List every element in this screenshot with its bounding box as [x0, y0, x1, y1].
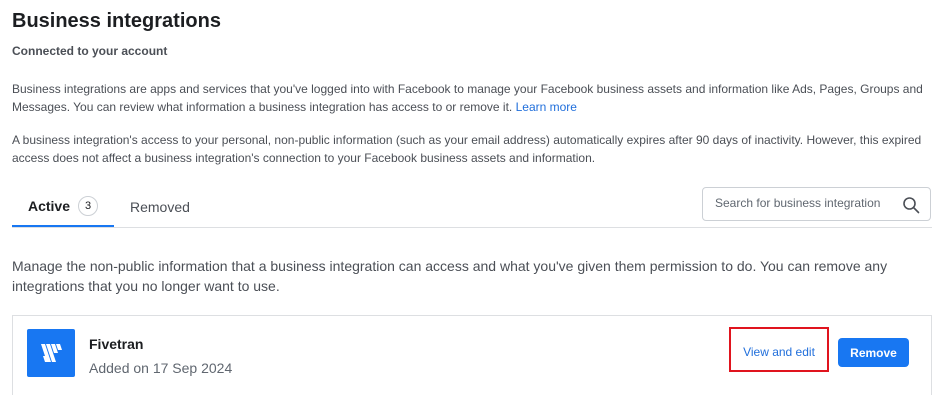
expiry-notice: A business integration's access to your … — [12, 133, 922, 165]
tab-removed-label: Removed — [130, 199, 190, 215]
manage-description: Manage the non-public information that a… — [12, 258, 888, 294]
fivetran-logo-icon — [41, 344, 62, 362]
remove-button[interactable]: Remove — [838, 338, 909, 367]
tab-removed[interactable]: Removed — [130, 186, 190, 228]
tab-divider — [12, 227, 932, 228]
active-count-badge: 3 — [78, 195, 99, 216]
integration-added-date: Added on 17 Sep 2024 — [89, 360, 233, 376]
page-title: Business integrations — [12, 10, 221, 32]
integration-card: Fivetran Added on 17 Sep 2024 View and e… — [12, 315, 932, 395]
intro-text: Business integrations are apps and servi… — [12, 82, 923, 114]
tab-active-label: Active — [27, 197, 71, 214]
view-and-edit-button[interactable]: View and edit — [733, 340, 825, 364]
intro-paragraph: Business integrations are apps and servi… — [12, 80, 932, 116]
search-input[interactable] — [715, 196, 897, 210]
tab-active[interactable]: Active 3 — [12, 186, 114, 228]
search-icon[interactable] — [902, 196, 920, 214]
learn-more-link[interactable]: Learn more — [516, 100, 577, 114]
integration-name: Fivetran — [89, 336, 144, 352]
search-box[interactable] — [702, 187, 931, 221]
page-subtitle: Connected to your account — [12, 44, 168, 58]
fivetran-logo — [27, 329, 75, 377]
